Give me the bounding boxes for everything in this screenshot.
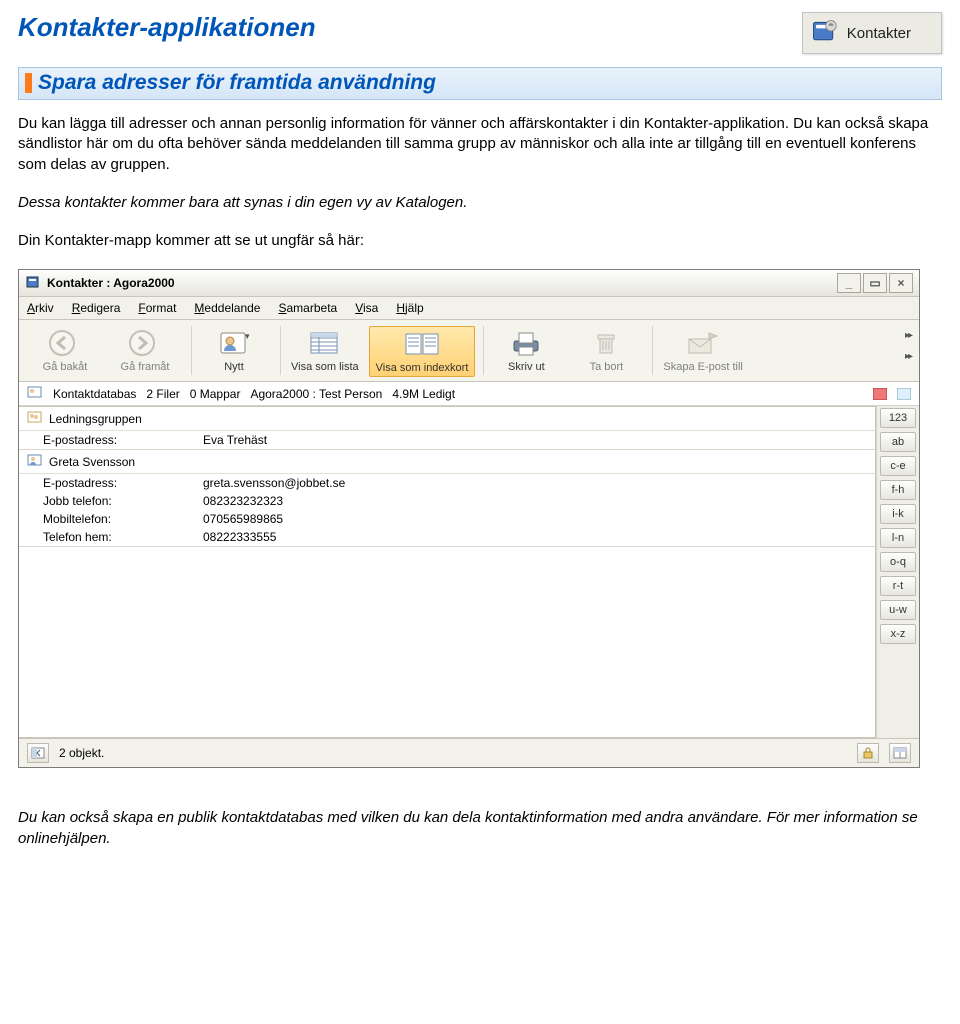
compose-email-button[interactable]: Skapa E-post till (652, 326, 748, 375)
print-button[interactable]: Skriv ut (483, 326, 564, 375)
panel-toggle-icon[interactable] (27, 743, 49, 763)
menu-format[interactable]: Format (138, 301, 176, 315)
minimize-button[interactable]: _ (837, 273, 861, 293)
delete-button[interactable]: Ta bort (568, 326, 644, 375)
index-card-icon (401, 329, 443, 359)
section-heading: Spara adresser för framtida användning (38, 71, 436, 95)
cards-panel: Ledningsgruppen E-postadress: Eva Trehäs… (19, 406, 876, 738)
new-contact-icon: ▾ (213, 328, 255, 358)
menu-redigera[interactable]: Redigera (72, 301, 121, 315)
menu-hjalp[interactable]: Hjälp (396, 301, 423, 315)
alpha-tab[interactable]: x-z (880, 624, 916, 644)
infobar-owner: Agora2000 : Test Person (250, 387, 382, 401)
field-value: 070565989865 (203, 512, 283, 526)
lock-icon[interactable] (857, 743, 879, 763)
field-label: E-postadress: (43, 433, 203, 447)
trash-icon (585, 328, 627, 358)
contact-card[interactable]: Ledningsgruppen E-postadress: Eva Trehäs… (19, 407, 875, 450)
window-icon (25, 274, 41, 293)
paragraph-intro: Du kan lägga till adresser och annan per… (18, 114, 942, 175)
view-list-button[interactable]: Visa som lista (280, 326, 365, 375)
toolbar: Gå bakåt Gå framåt ▾ Nytt Visa som lista… (19, 320, 919, 382)
alpha-tab[interactable]: l-n (880, 528, 916, 548)
db-icon (27, 385, 43, 402)
menu-visa[interactable]: Visa (355, 301, 378, 315)
contact-card[interactable]: Greta Svensson E-postadress:greta.svenss… (19, 450, 875, 547)
infobar-db: Kontaktdatabas (53, 387, 136, 401)
alpha-tab[interactable]: ab (880, 432, 916, 452)
titlebar: Kontakter : Agora2000 _ ▭ × (19, 270, 919, 297)
app-window: Kontakter : Agora2000 _ ▭ × Arkiv Redige… (18, 269, 920, 768)
compose-email-icon (682, 328, 724, 358)
field-value: 08222333555 (203, 530, 276, 544)
menu-samarbeta[interactable]: Samarbeta (278, 301, 337, 315)
menubar: Arkiv Redigera Format Meddelande Samarbe… (19, 297, 919, 320)
group-icon (27, 410, 43, 427)
maximize-button[interactable]: ▭ (863, 273, 887, 293)
flag-icon[interactable] (873, 388, 887, 400)
layout-icon[interactable] (889, 743, 911, 763)
field-label: Jobb telefon: (43, 494, 203, 508)
infobar-free: 4.9M Ledigt (392, 387, 455, 401)
card-name: Ledningsgruppen (49, 412, 142, 426)
alpha-tab[interactable]: i-k (880, 504, 916, 524)
toolbar-overflow[interactable]: ▸▸ ▸▸ (905, 326, 911, 362)
alpha-tab[interactable]: o-q (880, 552, 916, 572)
new-button[interactable]: ▾ Nytt (191, 326, 272, 375)
alpha-tab[interactable]: c-e (880, 456, 916, 476)
close-button[interactable]: × (889, 273, 913, 293)
field-label: E-postadress: (43, 476, 203, 490)
info-square-icon[interactable] (897, 388, 911, 400)
svg-text:▾: ▾ (245, 331, 250, 341)
field-value: Eva Trehäst (203, 433, 267, 447)
paragraph-footer: Du kan också skapa en publik kontaktdata… (18, 808, 942, 849)
badge-label: Kontakter (847, 25, 911, 42)
field-label: Mobiltelefon: (43, 512, 203, 526)
chevron-right-icon: ▸▸ (905, 351, 911, 362)
infobar-folders: 0 Mappar (190, 387, 241, 401)
alpha-tab[interactable]: r-t (880, 576, 916, 596)
alpha-index: 123 ab c-e f-h i-k l-n o-q r-t u-w x-z (876, 406, 919, 738)
menu-meddelande[interactable]: Meddelande (194, 301, 260, 315)
field-value: 082323232323 (203, 494, 283, 508)
paragraph-lead: Din Kontakter-mapp kommer att se ut ungf… (18, 231, 942, 251)
back-button[interactable]: Gå bakåt (27, 326, 103, 375)
menu-arkiv[interactable]: Arkiv (27, 301, 54, 315)
forward-button[interactable]: Gå framåt (107, 326, 183, 375)
alpha-tab[interactable]: u-w (880, 600, 916, 620)
section-marker (25, 73, 32, 93)
paragraph-note: Dessa kontakter kommer bara att synas i … (18, 193, 942, 213)
arrow-left-icon (44, 328, 86, 358)
section-heading-bar: Spara adresser för framtida användning (18, 67, 942, 100)
status-text: 2 objekt. (59, 746, 104, 760)
contacts-icon (809, 17, 839, 49)
field-value: greta.svensson@jobbet.se (203, 476, 345, 490)
page-title: Kontakter-applikationen (18, 12, 316, 43)
view-indexcard-button[interactable]: Visa som indexkort (369, 326, 476, 377)
person-icon (27, 453, 43, 470)
alpha-tab[interactable]: f-h (880, 480, 916, 500)
field-label: Telefon hem: (43, 530, 203, 544)
list-view-icon (304, 328, 346, 358)
app-badge: Kontakter (802, 12, 942, 54)
window-title: Kontakter : Agora2000 (47, 276, 175, 290)
infobar-files: 2 Filer (146, 387, 179, 401)
statusbar: 2 objekt. (19, 738, 919, 767)
printer-icon (505, 328, 547, 358)
alpha-tab[interactable]: 123 (880, 408, 916, 428)
infobar: Kontaktdatabas 2 Filer 0 Mappar Agora200… (19, 382, 919, 406)
chevron-right-icon: ▸▸ (905, 330, 911, 341)
card-name: Greta Svensson (49, 455, 135, 469)
arrow-right-icon (124, 328, 166, 358)
